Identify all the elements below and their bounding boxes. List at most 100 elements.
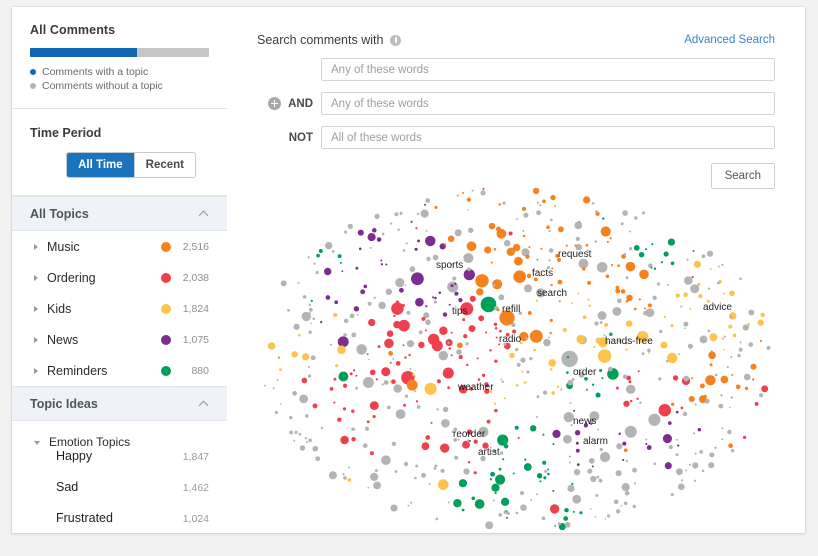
- bubble[interactable]: [457, 195, 459, 197]
- bubble[interactable]: [355, 267, 358, 270]
- bubble[interactable]: [626, 300, 629, 303]
- bubble[interactable]: [497, 434, 508, 445]
- bubble[interactable]: [359, 248, 362, 251]
- bubble[interactable]: [448, 501, 450, 503]
- bubble[interactable]: [498, 294, 504, 300]
- bubble[interactable]: [676, 411, 679, 414]
- bubble[interactable]: [351, 409, 354, 412]
- bubble[interactable]: [468, 228, 473, 233]
- bubble[interactable]: [381, 455, 391, 465]
- bubble[interactable]: [416, 400, 418, 402]
- bubble[interactable]: [453, 499, 461, 507]
- bubble[interactable]: [298, 282, 300, 284]
- bubble[interactable]: [326, 295, 331, 300]
- bubble[interactable]: [458, 298, 462, 302]
- bubble[interactable]: [542, 199, 546, 203]
- bubble[interactable]: [385, 264, 387, 266]
- bubble[interactable]: [622, 459, 624, 461]
- bubble[interactable]: [368, 359, 370, 361]
- bubble[interactable]: [421, 442, 429, 450]
- bubble[interactable]: [373, 415, 376, 418]
- bubble[interactable]: [350, 372, 353, 375]
- bubble[interactable]: [443, 312, 447, 316]
- bubble[interactable]: [425, 198, 430, 203]
- bubble[interactable]: [439, 327, 448, 336]
- bubble[interactable]: [577, 463, 580, 466]
- bubble[interactable]: [573, 511, 575, 513]
- bubble[interactable]: [636, 398, 638, 400]
- bubble[interactable]: [586, 389, 588, 391]
- bubble[interactable]: [700, 383, 705, 388]
- bubble[interactable]: [435, 518, 438, 521]
- bubble[interactable]: [513, 270, 526, 283]
- bubble[interactable]: [664, 251, 669, 256]
- bubble[interactable]: [530, 499, 532, 501]
- bubble[interactable]: [659, 404, 671, 416]
- bubble[interactable]: [661, 261, 663, 263]
- bubble[interactable]: [292, 391, 297, 396]
- bubble[interactable]: [729, 407, 731, 409]
- bubble[interactable]: [377, 237, 382, 242]
- bubble[interactable]: [424, 204, 426, 206]
- bubble[interactable]: [540, 248, 542, 250]
- bubble[interactable]: [688, 344, 693, 349]
- bubble[interactable]: [343, 476, 347, 480]
- bubble[interactable]: [669, 445, 673, 449]
- bubble[interactable]: [300, 445, 305, 450]
- bubble[interactable]: [342, 473, 344, 475]
- bubble[interactable]: [343, 384, 347, 388]
- bubble[interactable]: [474, 471, 477, 474]
- bubble[interactable]: [380, 260, 382, 262]
- bubble[interactable]: [639, 298, 641, 300]
- search-input-and[interactable]: [321, 92, 775, 115]
- bubble[interactable]: [392, 442, 396, 446]
- bubble[interactable]: [425, 383, 437, 395]
- bubble[interactable]: [634, 245, 640, 251]
- bubble[interactable]: [730, 356, 732, 358]
- bubble[interactable]: [561, 351, 577, 367]
- bubble[interactable]: [707, 251, 713, 257]
- bubble[interactable]: [729, 291, 735, 297]
- bubble[interactable]: [671, 261, 675, 265]
- bubble[interactable]: [671, 493, 674, 496]
- bubble[interactable]: [595, 210, 598, 213]
- bubble[interactable]: [365, 427, 369, 431]
- caret-right-icon[interactable]: [34, 337, 38, 343]
- bubble[interactable]: [683, 292, 688, 297]
- bubble[interactable]: [691, 377, 693, 379]
- bubble[interactable]: [724, 335, 726, 337]
- bubble[interactable]: [498, 203, 501, 206]
- bubble[interactable]: [582, 267, 586, 271]
- bubble[interactable]: [605, 518, 607, 520]
- bubble[interactable]: [429, 483, 431, 485]
- bubble[interactable]: [340, 436, 349, 445]
- bubble[interactable]: [467, 241, 477, 251]
- bubble[interactable]: [557, 386, 559, 388]
- bubble[interactable]: [516, 384, 519, 387]
- bubble[interactable]: [699, 450, 703, 454]
- bubble[interactable]: [718, 404, 723, 409]
- bubble[interactable]: [628, 380, 631, 383]
- bubble[interactable]: [595, 241, 597, 243]
- bubble[interactable]: [694, 453, 696, 455]
- bubble[interactable]: [552, 443, 554, 445]
- bubble[interactable]: [394, 212, 398, 216]
- bubble[interactable]: [444, 243, 446, 245]
- bubble[interactable]: [573, 410, 575, 412]
- bubble[interactable]: [718, 266, 720, 268]
- bubble[interactable]: [648, 352, 650, 354]
- bubble[interactable]: [298, 334, 301, 337]
- bubble[interactable]: [604, 323, 608, 327]
- bubble[interactable]: [390, 505, 397, 512]
- bubble[interactable]: [676, 293, 680, 297]
- bubble[interactable]: [382, 383, 384, 385]
- bubble[interactable]: [280, 403, 282, 405]
- bubble[interactable]: [618, 433, 620, 435]
- bubble[interactable]: [333, 402, 335, 404]
- bubble[interactable]: [279, 368, 282, 371]
- bubble[interactable]: [622, 442, 626, 446]
- bubble[interactable]: [351, 333, 356, 338]
- caret-right-icon[interactable]: [34, 368, 38, 374]
- bubble[interactable]: [721, 427, 723, 429]
- bubble[interactable]: [728, 325, 732, 329]
